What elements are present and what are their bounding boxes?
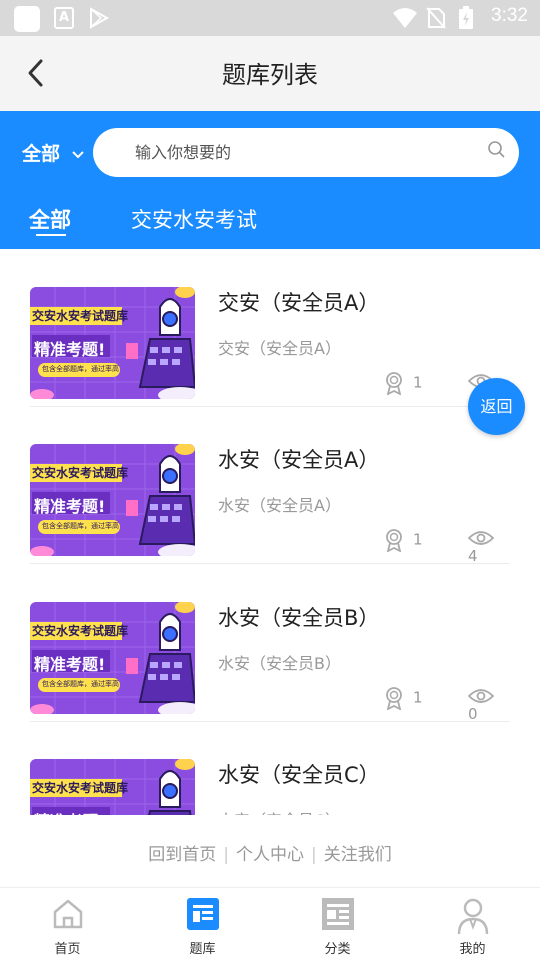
cert-count-value: 1 (413, 373, 423, 392)
profile-icon (457, 898, 488, 935)
thumbnail-image: 交安水安考试题库精准考题! 包含全部题库，通过率高 (30, 287, 195, 399)
title-bar: 题库列表 (0, 36, 540, 111)
page-title: 题库列表 (222, 61, 318, 89)
thumbnail-subtitle: 精准考题! (34, 340, 106, 359)
return-button[interactable]: 返回 (468, 378, 525, 435)
question-bank-list: 交安水安考试题库 精准考题! 包含全部题库，通过率高 交安（安全员A） 交安（安全员A）… (0, 249, 540, 815)
tab-exam[interactable]: 交安水安考试 (131, 204, 257, 234)
bottom-nav: 首页 题库 分类 我的 (0, 887, 540, 960)
view-count-value: 4 (468, 546, 478, 565)
view-count: 4 (467, 528, 510, 565)
item-subtitle: 水安（安全员A） (218, 496, 341, 515)
cert-count: 1 (385, 371, 423, 396)
footer-link-follow[interactable]: 关注我们 (324, 845, 392, 865)
thumbnail-title: 交安水安考试题库 (32, 624, 129, 638)
no-sim-icon (426, 7, 446, 29)
view-count: 0 (467, 686, 510, 723)
thumbnail-caption: 包含全部题库，通过率高 (42, 365, 119, 373)
chevron-down-icon (71, 150, 84, 158)
font-app-icon: A (54, 7, 74, 29)
list-item[interactable]: 交安水安考试题库精准考题! 包含全部题库，通过率高 水安（安全员A） 水安（安全员A）… (30, 406, 510, 565)
nav-question-bank[interactable]: 题库 (135, 888, 270, 960)
thumbnail-subtitle: 精准考题! (34, 497, 106, 516)
thumbnail-subtitle: 精准考题! (34, 808, 105, 815)
play-store-icon (90, 7, 110, 29)
category-icon (321, 898, 354, 930)
item-title: 交安（安全员A） (218, 291, 380, 315)
nav-profile-label: 我的 (459, 942, 486, 957)
thumbnail-image: 交安水安考试题库精准考题!包含全部题库，通过率高 (30, 759, 195, 815)
cert-count-value: 1 (413, 688, 423, 707)
thumbnail-image: 交安水安考试题库精准考题! 包含全部题库，通过率高 (30, 444, 195, 556)
search-icon[interactable] (487, 140, 507, 160)
item-subtitle: 水安（安全员B） (218, 654, 341, 673)
eye-icon (467, 688, 495, 703)
thumbnail-image: 交安水安考试题库精准考题! 包含全部题库，通过率高 (30, 602, 195, 714)
certificate-icon (386, 529, 402, 553)
wifi-icon (393, 8, 417, 28)
app-notification-icon (14, 6, 40, 32)
battery-icon (459, 6, 473, 29)
footer-link-home[interactable]: 回到首页 (148, 845, 216, 865)
item-subtitle: 水安（安全员C） (218, 807, 341, 815)
certificate-icon (386, 687, 402, 711)
thumbnail-title: 交安水安考试题库 (32, 309, 129, 323)
tab-all[interactable]: 全部 (29, 204, 71, 236)
tab-all-label: 全部 (29, 208, 71, 232)
thumbnail-subtitle: 精准考题! (34, 655, 106, 674)
status-time: 3:32 (491, 5, 528, 26)
view-count-value: 0 (468, 704, 478, 723)
category-dropdown[interactable]: 全部 (22, 139, 85, 166)
item-title: 水安（安全员B） (218, 606, 380, 630)
divider: | (311, 845, 317, 865)
question-bank-icon (186, 898, 219, 930)
nav-category-label: 分类 (324, 942, 351, 957)
status-bar: A 3:32 (0, 0, 540, 36)
home-icon (53, 899, 82, 929)
nav-home[interactable]: 首页 (0, 888, 135, 960)
thumbnail-caption: 包含全部题库，通过率高 (42, 522, 119, 530)
item-title: 水安（安全员A） (218, 448, 380, 472)
thumbnail-title: 交安水安考试题库 (32, 466, 129, 480)
nav-question-bank-label: 题库 (189, 942, 216, 957)
tab-exam-label: 交安水安考试 (131, 208, 257, 232)
search-box (93, 128, 519, 177)
list-item[interactable]: 交安水安考试题库精准考题! 包含全部题库，通过率高 水安（安全员B） 水安（安全员B）… (30, 564, 510, 723)
category-dropdown-label: 全部 (22, 143, 61, 165)
cert-count: 1 (385, 528, 423, 553)
nav-category[interactable]: 分类 (270, 888, 405, 960)
search-header: 全部 全部 交安水安考试 (0, 111, 540, 249)
eye-icon (467, 530, 495, 545)
search-input[interactable] (135, 128, 465, 177)
active-tab-indicator (36, 234, 66, 236)
item-subtitle: 交安（安全员A） (218, 339, 341, 358)
cert-count-value: 1 (413, 530, 423, 549)
cert-count: 1 (385, 686, 423, 711)
footer-link-profile[interactable]: 个人中心 (236, 845, 304, 865)
nav-home-label: 首页 (54, 942, 81, 957)
footer-links: 回到首页 | 个人中心 | 关注我们 (0, 815, 540, 887)
list-item[interactable]: 交安水安考试题库精准考题!包含全部题库，通过率高水安（安全员C）水安（安全员C） (30, 721, 510, 815)
item-title: 水安（安全员C） (218, 763, 380, 787)
nav-profile[interactable]: 我的 (405, 888, 540, 960)
thumbnail-caption: 包含全部题库，通过率高 (42, 680, 119, 688)
list-item[interactable]: 交安水安考试题库精准考题! 包含全部题库，通过率高 交安（安全员A） 交安（安全员A）… (30, 249, 510, 407)
divider: | (223, 845, 229, 865)
thumbnail-title: 交安水安考试题库 (32, 781, 129, 795)
certificate-icon (386, 372, 402, 396)
